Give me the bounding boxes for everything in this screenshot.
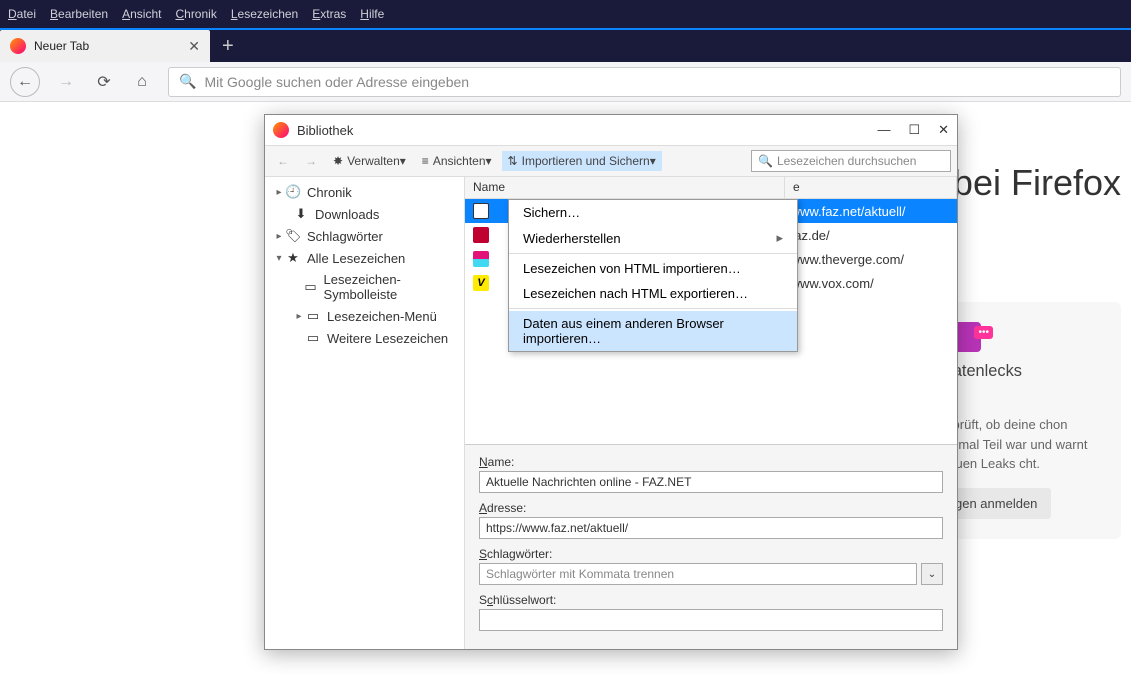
- manage-menu[interactable]: ✸Verwalten ▾: [327, 151, 412, 171]
- browser-tab[interactable]: Neuer Tab ✕: [0, 30, 210, 62]
- library-search[interactable]: 🔍 Lesezeichen durchsuchen: [751, 150, 951, 172]
- menu-history[interactable]: Chronik: [175, 7, 216, 21]
- menu-view[interactable]: Ansicht: [122, 7, 161, 21]
- card-body: erprüft, ob deine chon einmal Teil war u…: [941, 415, 1101, 474]
- library-titlebar[interactable]: Bibliothek — ☐ ✕: [265, 115, 957, 145]
- bookmark-rows: /www.faz.net/aktuell/ /taz.de/ /www.thev…: [465, 199, 957, 444]
- menu-item-import-html[interactable]: Lesezeichen von HTML importieren…: [509, 256, 797, 281]
- url-placeholder: Mit Google suchen oder Adresse eingeben: [204, 74, 469, 90]
- keyword-label: Schlüsselwort:: [479, 593, 943, 607]
- menu-item-backup[interactable]: Sichern…: [509, 200, 797, 225]
- menu-separator: [509, 308, 797, 309]
- card-sub: en: [941, 391, 1101, 407]
- column-headers[interactable]: Name e: [465, 177, 957, 199]
- reload-button[interactable]: ⟳: [92, 70, 116, 94]
- tab-title: Neuer Tab: [34, 39, 89, 53]
- library-sidebar: ▸🕘Chronik ⬇Downloads ▸🏷Schlagwörter ▾★Al…: [265, 177, 465, 649]
- home-button[interactable]: ⌂: [130, 70, 154, 94]
- tags-input[interactable]: Schlagwörter mit Kommata trennen: [479, 563, 917, 585]
- tags-label: Schlagwörter:: [479, 547, 943, 561]
- lib-back-button[interactable]: ←: [271, 151, 295, 171]
- submenu-arrow-icon: ▸: [776, 230, 783, 246]
- tree-history[interactable]: ▸🕘Chronik: [265, 181, 464, 203]
- maximize-button[interactable]: ☐: [908, 122, 920, 138]
- search-icon: 🔍: [179, 73, 196, 90]
- menu-file[interactable]: Datei: [8, 7, 36, 21]
- menu-extras[interactable]: Extras: [312, 7, 346, 21]
- minimize-button[interactable]: —: [877, 122, 890, 138]
- address-input[interactable]: https://www.faz.net/aktuell/: [479, 517, 943, 539]
- close-tab-icon[interactable]: ✕: [188, 38, 200, 55]
- back-button[interactable]: ←: [10, 67, 40, 97]
- menu-help[interactable]: Hilfe: [360, 7, 384, 21]
- menu-item-export-html[interactable]: Lesezeichen nach HTML exportieren…: [509, 281, 797, 306]
- menu-edit[interactable]: Bearbeiten: [50, 7, 108, 21]
- favicon: [473, 251, 489, 267]
- favicon: [473, 203, 489, 219]
- new-tab-button[interactable]: +: [210, 35, 246, 58]
- tags-dropdown-button[interactable]: ⌄: [921, 563, 943, 585]
- name-label: Name:: [479, 455, 943, 469]
- col-name[interactable]: Name: [465, 177, 785, 198]
- tree-all-bookmarks[interactable]: ▾★Alle Lesezeichen: [265, 247, 464, 269]
- forward-button[interactable]: →: [54, 70, 78, 94]
- nav-toolbar: ← → ⟳ ⌂ 🔍 Mit Google suchen oder Adresse…: [0, 62, 1131, 102]
- tree-other-bookmarks[interactable]: ▸▭Weitere Lesezeichen: [265, 327, 464, 349]
- firefox-icon: [273, 122, 289, 138]
- import-backup-menu[interactable]: ⇅Importieren und Sichern ▾: [502, 151, 662, 171]
- library-main: Name e /www.faz.net/aktuell/ /taz.de/: [465, 177, 957, 649]
- import-backup-dropdown: Sichern… Wiederherstellen▸ Lesezeichen v…: [508, 199, 798, 352]
- keyword-input[interactable]: [479, 609, 943, 631]
- name-input[interactable]: Aktuelle Nachrichten online - FAZ.NET: [479, 471, 943, 493]
- menu-item-restore[interactable]: Wiederherstellen▸: [509, 225, 797, 251]
- search-icon: 🔍: [758, 154, 773, 168]
- views-menu[interactable]: ≡Ansichten ▾: [416, 151, 498, 171]
- library-toolbar: ← → ✸Verwalten ▾ ≡Ansichten ▾ ⇅Importier…: [265, 145, 957, 177]
- col-address[interactable]: e: [785, 177, 957, 198]
- library-title: Bibliothek: [297, 123, 353, 138]
- search-placeholder: Lesezeichen durchsuchen: [777, 154, 916, 168]
- menu-item-import-browser[interactable]: Daten aus einem anderen Browser importie…: [509, 311, 797, 351]
- welcome-headline: bei Firefox: [953, 162, 1121, 204]
- tree-tags[interactable]: ▸🏷Schlagwörter: [265, 225, 464, 247]
- details-pane: Name: Aktuelle Nachrichten online - FAZ.…: [465, 444, 957, 649]
- menu-bookmarks[interactable]: Lesezeichen: [231, 7, 298, 21]
- library-window: Bibliothek — ☐ ✕ ← → ✸Verwalten ▾ ≡Ansic…: [264, 114, 958, 650]
- firefox-icon: [10, 38, 26, 54]
- card-title: Datenlecks: [941, 362, 1101, 381]
- favicon: [473, 227, 489, 243]
- tree-bookmarks-menu[interactable]: ▸▭Lesezeichen-Menü: [265, 305, 464, 327]
- app-menubar: Datei Bearbeiten Ansicht Chronik Lesezei…: [0, 0, 1131, 28]
- favicon: V: [473, 275, 489, 291]
- close-button[interactable]: ✕: [938, 122, 949, 138]
- url-bar[interactable]: 🔍 Mit Google suchen oder Adresse eingebe…: [168, 67, 1121, 97]
- lib-forward-button[interactable]: →: [299, 151, 323, 171]
- tree-bookmarks-toolbar[interactable]: ▸▭Lesezeichen-Symbolleiste: [265, 269, 464, 305]
- tab-strip: Neuer Tab ✕ +: [0, 28, 1131, 62]
- menu-separator: [509, 253, 797, 254]
- address-label: Adresse:: [479, 501, 943, 515]
- tree-downloads[interactable]: ⬇Downloads: [265, 203, 464, 225]
